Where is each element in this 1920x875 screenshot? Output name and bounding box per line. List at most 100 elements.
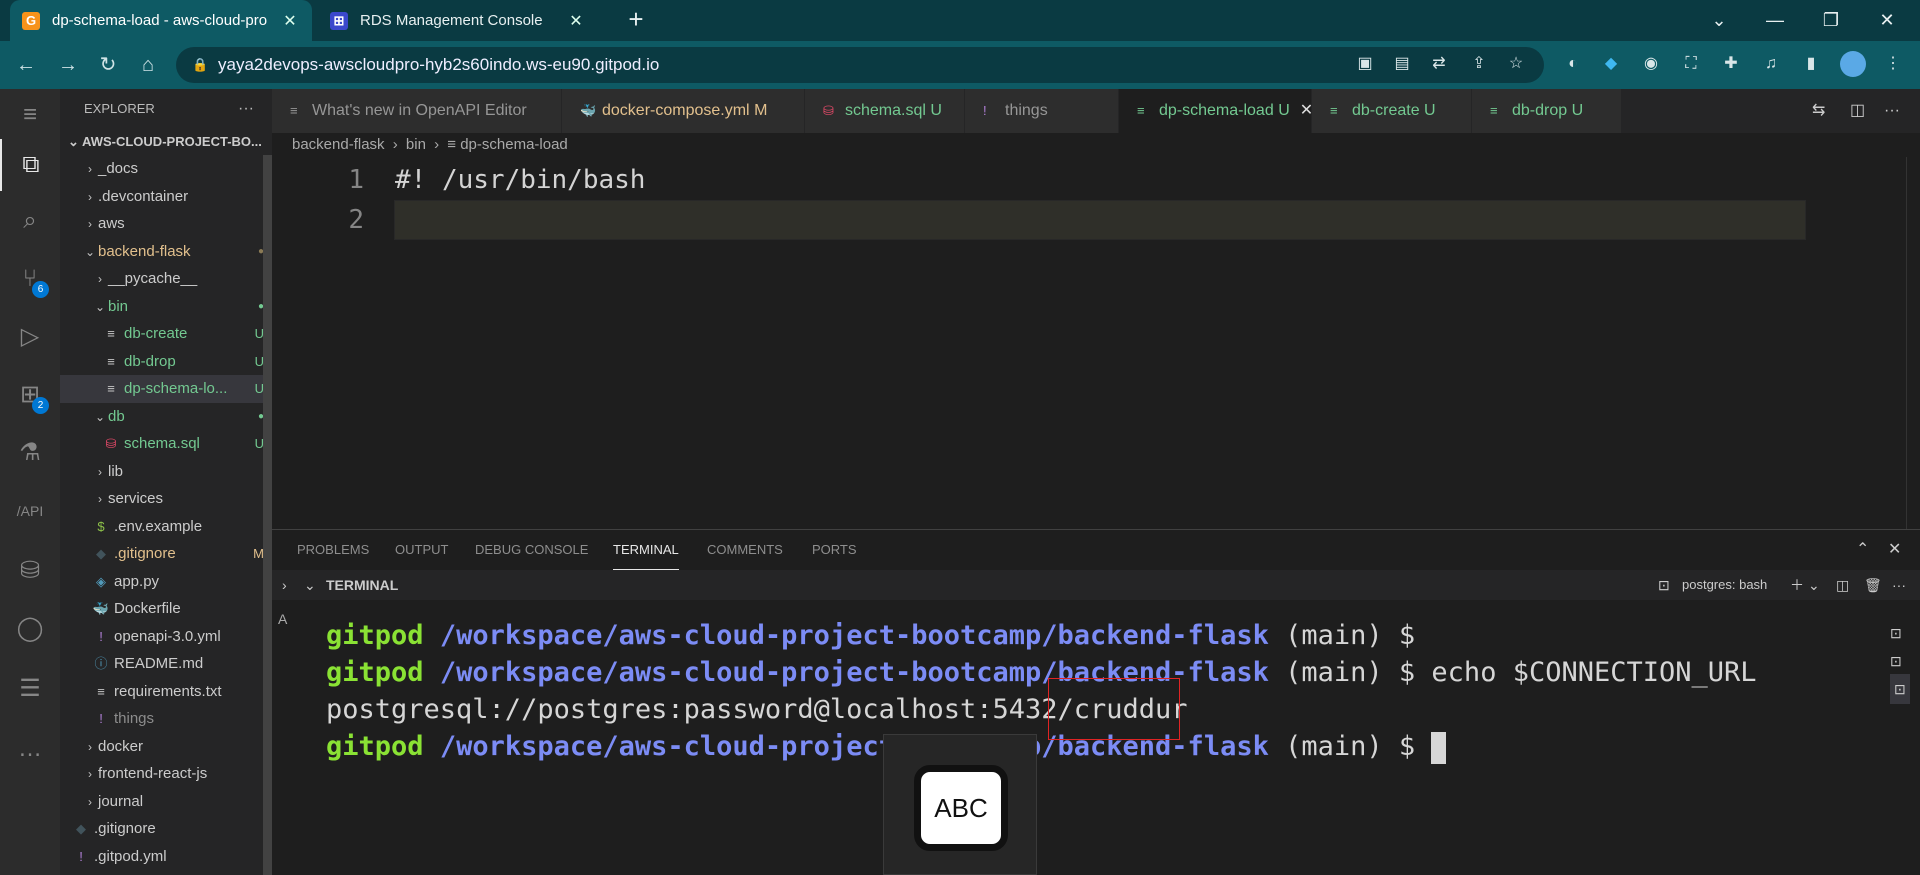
- restore-button[interactable]: ❐: [1808, 6, 1854, 34]
- github-icon[interactable]: ◯: [0, 603, 60, 655]
- tree-item[interactable]: ! .gitpod.yml: [60, 843, 272, 871]
- tab-whats-new[interactable]: ≡ What's new in OpenAPI Editor: [272, 89, 562, 133]
- split-editor-icon[interactable]: ◫: [1850, 91, 1865, 131]
- maximize-panel-icon[interactable]: ⌃: [1856, 530, 1869, 570]
- more-actions-icon[interactable]: ···: [1892, 570, 1906, 600]
- close-tab-icon[interactable]: ✕: [1300, 102, 1311, 119]
- breadcrumb-item[interactable]: bin: [406, 136, 426, 153]
- browser-tab-gitpod[interactable]: G dp-schema-load - aws-cloud-pro ✕: [10, 0, 312, 41]
- chevron-right-icon[interactable]: ›: [82, 211, 98, 238]
- tree-item[interactable]: ⌄ bin ●: [60, 293, 272, 321]
- tree-item[interactable]: ⓘ README.md: [60, 650, 272, 678]
- extension-icon-2[interactable]: ◆: [1600, 53, 1622, 75]
- tree-item[interactable]: ≡ db-create U: [60, 320, 272, 348]
- tree-item[interactable]: › __pycache__: [60, 265, 272, 293]
- reload-button[interactable]: ↻: [94, 51, 122, 79]
- terminal-icon[interactable]: ⊡: [1890, 674, 1910, 704]
- terminal-icon[interactable]: ⊡: [1890, 646, 1902, 676]
- close-panel-icon[interactable]: ✕: [1888, 530, 1901, 570]
- chevron-right-icon[interactable]: ›: [92, 459, 108, 486]
- run-debug-icon[interactable]: ▷: [0, 311, 60, 363]
- chevron-right-icon[interactable]: ›: [82, 734, 98, 761]
- extension-icon-1[interactable]: ◐: [1562, 53, 1584, 75]
- tab-things[interactable]: ! things: [965, 89, 1119, 133]
- profile-avatar[interactable]: [1840, 51, 1866, 77]
- tab-docker-compose[interactable]: 🐳 docker-compose.yml M: [562, 89, 805, 133]
- tab-debug-console[interactable]: DEBUG CONSOLE: [475, 530, 588, 570]
- tree-item[interactable]: ≡ dp-schema-lo... U: [60, 375, 272, 403]
- tree-item[interactable]: › docker: [60, 733, 272, 761]
- forward-button[interactable]: →: [54, 51, 82, 79]
- tree-item[interactable]: ⛁ schema.sql U: [60, 430, 272, 458]
- more-actions-icon[interactable]: ···: [238, 89, 254, 129]
- chrome-menu-icon[interactable]: ⋮: [1882, 53, 1904, 75]
- tree-item[interactable]: 🐳 Dockerfile: [60, 595, 272, 623]
- home-button[interactable]: ⌂: [134, 51, 162, 79]
- tree-item[interactable]: ≡ db-drop U: [60, 348, 272, 376]
- chevron-down-icon[interactable]: ⌄: [1808, 570, 1820, 600]
- tree-item[interactable]: ⌄ db ●: [60, 403, 272, 431]
- chevron-down-icon[interactable]: ⌄: [82, 239, 98, 266]
- chevron-right-icon[interactable]: ›: [282, 570, 287, 600]
- chevron-right-icon[interactable]: ›: [82, 789, 98, 816]
- chevron-down-icon[interactable]: ⌄: [92, 404, 108, 431]
- chevron-right-icon[interactable]: ›: [82, 761, 98, 788]
- tab-search-icon[interactable]: ⌄: [1696, 6, 1742, 34]
- tree-item[interactable]: ◈ app.py: [60, 568, 272, 596]
- tree-item[interactable]: › services: [60, 485, 272, 513]
- tab-dp-schema-load[interactable]: ≡ dp-schema-load U ✕: [1119, 89, 1312, 133]
- trash-icon[interactable]: 🗑: [1864, 570, 1882, 600]
- clipboard-icon[interactable]: ▤: [1391, 53, 1413, 75]
- tab-schema-sql[interactable]: ⛁ schema.sql U: [805, 89, 965, 133]
- breadcrumb-item[interactable]: backend-flask: [292, 136, 385, 153]
- chevron-right-icon[interactable]: ›: [92, 486, 108, 513]
- tree-item[interactable]: › _docs: [60, 155, 272, 183]
- tree-item[interactable]: ⌄ backend-flask ●: [60, 238, 272, 266]
- tree-item[interactable]: ≡ requirements.txt: [60, 678, 272, 706]
- tree-item[interactable]: ◆ .gitignore M: [60, 540, 272, 568]
- tab-ports[interactable]: PORTS: [812, 530, 857, 570]
- testing-icon[interactable]: ⚗: [0, 427, 60, 479]
- media-icon[interactable]: ♫: [1760, 53, 1782, 75]
- tree-item[interactable]: › .devcontainer: [60, 183, 272, 211]
- chevron-right-icon[interactable]: ›: [82, 184, 98, 211]
- shell-label[interactable]: postgres: bash: [1682, 570, 1767, 600]
- tree-item[interactable]: ! things: [60, 705, 272, 733]
- tab-output[interactable]: OUTPUT: [395, 530, 448, 570]
- tree-item[interactable]: › journal: [60, 788, 272, 816]
- extensions-icon[interactable]: ⊞ 2: [0, 369, 60, 421]
- new-terminal-icon[interactable]: ＋: [1790, 570, 1804, 600]
- docker-icon[interactable]: ☰: [0, 663, 60, 715]
- browser-tab-rds[interactable]: ⊞ RDS Management Console ✕: [318, 0, 598, 41]
- chevron-down-icon[interactable]: ⌄: [92, 294, 108, 321]
- source-control-icon[interactable]: ⑂ 6: [0, 253, 60, 305]
- minimap[interactable]: [1906, 157, 1920, 529]
- new-tab-button[interactable]: +: [622, 6, 650, 34]
- menu-icon[interactable]: ≡: [0, 89, 60, 141]
- back-button[interactable]: ←: [12, 51, 40, 79]
- more-icon[interactable]: …: [0, 723, 60, 775]
- share-icon[interactable]: ⇪: [1468, 53, 1490, 75]
- translate-icon[interactable]: ⇄: [1428, 53, 1450, 75]
- explorer-icon[interactable]: ⧉: [0, 139, 60, 191]
- side-panel-icon[interactable]: ▮: [1800, 53, 1822, 75]
- minimize-button[interactable]: —: [1752, 6, 1798, 34]
- tree-item[interactable]: ◆ .gitignore: [60, 815, 272, 843]
- search-icon[interactable]: ⌕: [0, 195, 60, 247]
- bookmark-star-icon[interactable]: ☆: [1505, 53, 1527, 75]
- tree-item[interactable]: › aws: [60, 210, 272, 238]
- split-terminal-icon[interactable]: ◫: [1836, 570, 1849, 600]
- code-line[interactable]: 1 #! /usr/bin/bash: [272, 160, 1812, 200]
- close-tab-icon[interactable]: ✕: [280, 11, 300, 31]
- tab-comments[interactable]: COMMENTS: [707, 530, 783, 570]
- close-tab-icon[interactable]: ✕: [566, 11, 586, 31]
- address-bar[interactable]: 🔒 yaya2devops-awscloudpro-hyb2s60indo.ws…: [176, 47, 1544, 83]
- terminal-font-icon[interactable]: A: [278, 604, 287, 634]
- chevron-right-icon[interactable]: ›: [82, 156, 98, 183]
- tab-db-drop[interactable]: ≡ db-drop U: [1472, 89, 1622, 133]
- explorer-root[interactable]: ⌄ AWS-CLOUD-PROJECT-BO...: [60, 129, 272, 155]
- tab-db-create[interactable]: ≡ db-create U: [1312, 89, 1472, 133]
- tree-item[interactable]: $ .env.example: [60, 513, 272, 541]
- camera-blocked-icon[interactable]: ▣: [1354, 53, 1376, 75]
- extensions-puzzle-icon[interactable]: ✚: [1720, 53, 1742, 75]
